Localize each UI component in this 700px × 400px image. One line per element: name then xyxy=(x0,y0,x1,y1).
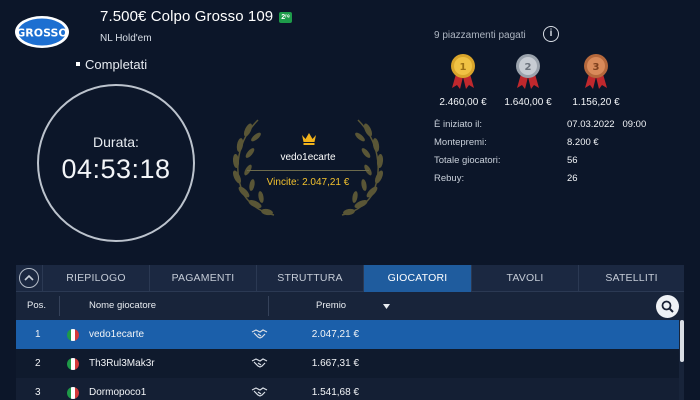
italy-flag-icon xyxy=(67,358,79,370)
winner-card: vedo1ecarte Vincite: 2.047,21 € xyxy=(218,115,398,220)
tab-satelliti[interactable]: SATELLITI xyxy=(578,265,684,292)
total-players-label: Totale giocatori: xyxy=(434,155,501,166)
tab-struttura[interactable]: STRUTTURA xyxy=(256,265,363,292)
player-name: Dormopoco1 xyxy=(89,387,147,398)
info-icon[interactable]: i xyxy=(543,26,559,42)
payout-3rd: 1.156,20 € xyxy=(572,97,620,108)
medal-rank-2: 2 xyxy=(525,62,532,73)
duration-ring: Durata: 04:53:18 xyxy=(37,84,195,242)
winner-prize: Vincite: 2.047,21 € xyxy=(266,177,350,188)
sort-down-icon[interactable] xyxy=(383,304,390,309)
game-type: NL Hold'em xyxy=(100,33,152,44)
status-text: Completati xyxy=(85,57,148,72)
laurel-wreath-icon xyxy=(232,119,384,216)
tab-giocatori[interactable]: GIOCATORI xyxy=(363,265,471,292)
brand-logo: GROSSO xyxy=(14,14,70,50)
medal-rank-1: 1 xyxy=(460,62,467,73)
italy-flag-icon xyxy=(67,387,79,399)
player-prize: 1.667,31 € xyxy=(311,358,359,369)
start-date-value: 07.03.2022 09:00 xyxy=(567,119,647,130)
tab-riepilogo[interactable]: RIEPILOGO xyxy=(42,265,149,292)
tab-bar: RIEPILOGO PAGAMENTI STRUTTURA GIOCATORI … xyxy=(16,265,684,292)
player-prize: 2.047,21 € xyxy=(311,329,359,340)
start-date-label: È iniziato il: xyxy=(434,119,483,130)
col-divider xyxy=(268,296,269,316)
bronze-medal-icon: 3 xyxy=(584,54,608,89)
collapse-button[interactable] xyxy=(19,268,39,288)
tab-tavoli[interactable]: TAVOLI xyxy=(471,265,578,292)
prize-pool-value: 8.200 € xyxy=(567,137,599,148)
col-header-name[interactable]: Nome giocatore xyxy=(89,293,156,319)
paid-places-label: 9 piazzamenti pagati xyxy=(434,30,526,41)
title-badge: 2ʳᵉ xyxy=(279,12,292,23)
status-label: Completati xyxy=(76,57,147,72)
col-header-pos[interactable]: Pos. xyxy=(27,293,46,319)
col-divider xyxy=(59,296,60,316)
status-bullet-icon xyxy=(76,62,80,66)
winner-divider xyxy=(247,170,369,171)
winner-name: vedo1ecarte xyxy=(280,152,336,163)
table-header: Pos. Nome giocatore Premio xyxy=(16,293,684,319)
total-players-value: 56 xyxy=(567,155,578,166)
chevron-up-icon xyxy=(24,274,34,281)
col-header-prize[interactable]: Premio xyxy=(316,293,346,319)
search-icon xyxy=(661,300,674,313)
player-name: vedo1ecarte xyxy=(89,329,145,340)
table-row[interactable]: 3 Dormopoco1 1.541,68 € xyxy=(16,378,679,400)
details-panel: RIEPILOGO PAGAMENTI STRUTTURA GIOCATORI … xyxy=(16,265,684,400)
row-position: 2 xyxy=(35,358,41,369)
row-position: 1 xyxy=(35,329,41,340)
gold-medal-icon: 1 xyxy=(451,54,475,89)
search-button[interactable] xyxy=(656,295,679,318)
crown-icon xyxy=(302,133,316,145)
medal-rank-3: 3 xyxy=(593,62,600,73)
silver-medal-icon: 2 xyxy=(516,54,540,89)
table-row[interactable]: 1 vedo1ecarte 2.047,21 € xyxy=(16,320,679,349)
tournament-title: 7.500€ Colpo Grosso 109 2ʳᵉ xyxy=(100,8,292,25)
tab-pagamenti[interactable]: PAGAMENTI xyxy=(149,265,256,292)
rebuy-value: 26 xyxy=(567,173,578,184)
duration-label: Durata: xyxy=(93,134,139,150)
title-text: 7.500€ Colpo Grosso 109 xyxy=(100,8,274,25)
duration-value: 04:53:18 xyxy=(61,154,171,184)
table-row[interactable]: 2 Th3Rul3Mak3r 1.667,31 € xyxy=(16,349,679,378)
scrollbar-thumb[interactable] xyxy=(680,320,684,362)
player-name: Th3Rul3Mak3r xyxy=(89,358,155,369)
prize-pool-label: Montepremi: xyxy=(434,137,487,148)
row-position: 3 xyxy=(35,387,41,398)
logo-text: GROSSO xyxy=(16,27,68,40)
player-prize: 1.541,68 € xyxy=(311,387,359,398)
rebuy-label: Rebuy: xyxy=(434,173,465,184)
italy-flag-icon xyxy=(67,329,79,341)
